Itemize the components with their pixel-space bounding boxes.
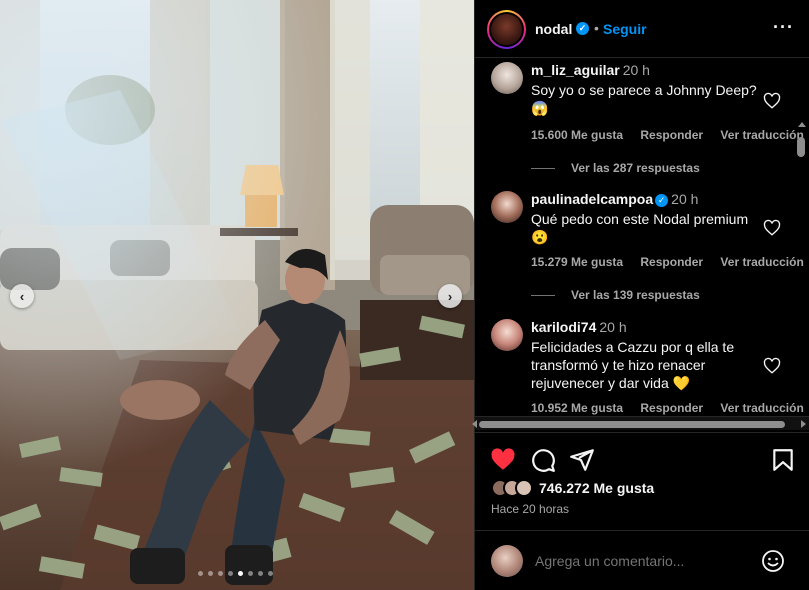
comment-input[interactable]: [535, 553, 755, 569]
commenter-avatar[interactable]: [491, 191, 523, 223]
reply-button[interactable]: Responder: [640, 128, 703, 142]
comment-likes[interactable]: 15.279 Me gusta: [531, 255, 623, 269]
comment-text: Qué pedo con este Nodal premium 😮: [531, 211, 749, 245]
horizontal-scrollbar-thumb[interactable]: [479, 421, 785, 428]
commenter-username[interactable]: paulinadelcampoa: [531, 191, 653, 207]
follow-button[interactable]: Seguir: [603, 21, 647, 37]
liker-avatar: [515, 479, 533, 497]
post-details-panel: nodal ✓ • Seguir ··· m_liz_aguilar 20 h S…: [472, 0, 809, 590]
view-replies-button[interactable]: Ver las 139 respuestas: [531, 288, 700, 302]
comment-time: 20 h: [599, 319, 627, 335]
carousel-dot: [228, 571, 233, 576]
view-replies-label: Ver las 287 respuestas: [571, 161, 700, 175]
scroll-left-arrow-icon[interactable]: [472, 420, 477, 428]
verified-badge-icon: ✓: [576, 22, 589, 35]
comment-text: Soy yo o se parece a Johnny Deep? 😱: [531, 82, 757, 116]
scroll-right-arrow-icon[interactable]: [801, 420, 806, 428]
likes-count[interactable]: 746.272 Me gusta: [539, 480, 654, 496]
commenter-avatar[interactable]: [491, 319, 523, 351]
comment-meta: 15.279 Me gusta Responder Ver traducción: [531, 255, 809, 269]
comment-like-heart-icon[interactable]: [763, 357, 781, 375]
carousel-dot: [248, 571, 253, 576]
chevron-right-icon: ›: [447, 288, 453, 304]
carousel-dot-active: [238, 571, 243, 576]
carousel-dot: [258, 571, 263, 576]
reply-button[interactable]: Responder: [640, 401, 703, 415]
post-time[interactable]: Hace 20 horas: [491, 502, 569, 516]
previous-photo-button[interactable]: ‹: [10, 284, 34, 308]
author-username[interactable]: nodal: [535, 21, 572, 37]
translate-button[interactable]: Ver traducción: [720, 401, 803, 415]
comment-meta: 10.952 Me gusta Responder Ver traducción: [531, 401, 809, 415]
comments-list[interactable]: m_liz_aguilar 20 h Soy yo o se parece a J…: [475, 58, 809, 420]
carousel-dot: [198, 571, 203, 576]
comment-time: 20 h: [622, 62, 650, 78]
vertical-scrollbar[interactable]: [797, 137, 805, 157]
post-image: [0, 0, 474, 590]
chevron-left-icon: ‹: [19, 288, 25, 304]
current-user-avatar: [491, 545, 523, 577]
comment-text: Felicidades a Cazzu por q ella te transf…: [531, 339, 735, 391]
add-comment-bar: [475, 530, 809, 590]
carousel-dots: [198, 571, 273, 576]
commenter-avatar[interactable]: [491, 62, 523, 94]
comment-like-heart-icon[interactable]: [763, 92, 781, 110]
comment-time: 20 h: [671, 191, 699, 207]
comment-likes[interactable]: 15.600 Me gusta: [531, 128, 623, 142]
more-options-icon[interactable]: ···: [773, 17, 794, 38]
view-replies-label: Ver las 139 respuestas: [571, 288, 700, 302]
author-avatar[interactable]: [487, 10, 526, 49]
bookmark-icon[interactable]: [770, 447, 796, 473]
scroll-up-arrow-icon[interactable]: [798, 122, 806, 127]
comment-like-heart-icon[interactable]: [763, 219, 781, 237]
comment-likes[interactable]: 10.952 Me gusta: [531, 401, 623, 415]
next-photo-button[interactable]: ›: [438, 284, 462, 308]
smiley-icon[interactable]: [761, 549, 785, 573]
post-header: nodal ✓ • Seguir ···: [475, 0, 809, 58]
post-actions: 746.272 Me gusta Hace 20 horas: [475, 432, 809, 530]
carousel-dot: [208, 571, 213, 576]
translate-button[interactable]: Ver traducción: [720, 128, 803, 142]
comment-icon[interactable]: [530, 447, 556, 473]
comment-meta: 15.600 Me gusta Responder Ver traducción: [531, 128, 809, 142]
commenter-username[interactable]: karilodi74: [531, 319, 596, 335]
commenter-username[interactable]: m_liz_aguilar: [531, 62, 620, 78]
horizontal-scrollbar[interactable]: [472, 416, 809, 430]
heart-filled-icon[interactable]: [490, 447, 516, 473]
carousel-dot: [268, 571, 273, 576]
verified-badge-icon: ✓: [655, 194, 669, 207]
translate-button[interactable]: Ver traducción: [720, 255, 803, 269]
post-photo[interactable]: ‹ ›: [0, 0, 474, 590]
reply-button[interactable]: Responder: [640, 255, 703, 269]
view-replies-button[interactable]: Ver las 287 respuestas: [531, 161, 700, 175]
send-icon[interactable]: [569, 447, 595, 473]
carousel-dot: [218, 571, 223, 576]
likes-summary[interactable]: 746.272 Me gusta: [491, 479, 654, 497]
separator-dot: •: [594, 20, 599, 36]
